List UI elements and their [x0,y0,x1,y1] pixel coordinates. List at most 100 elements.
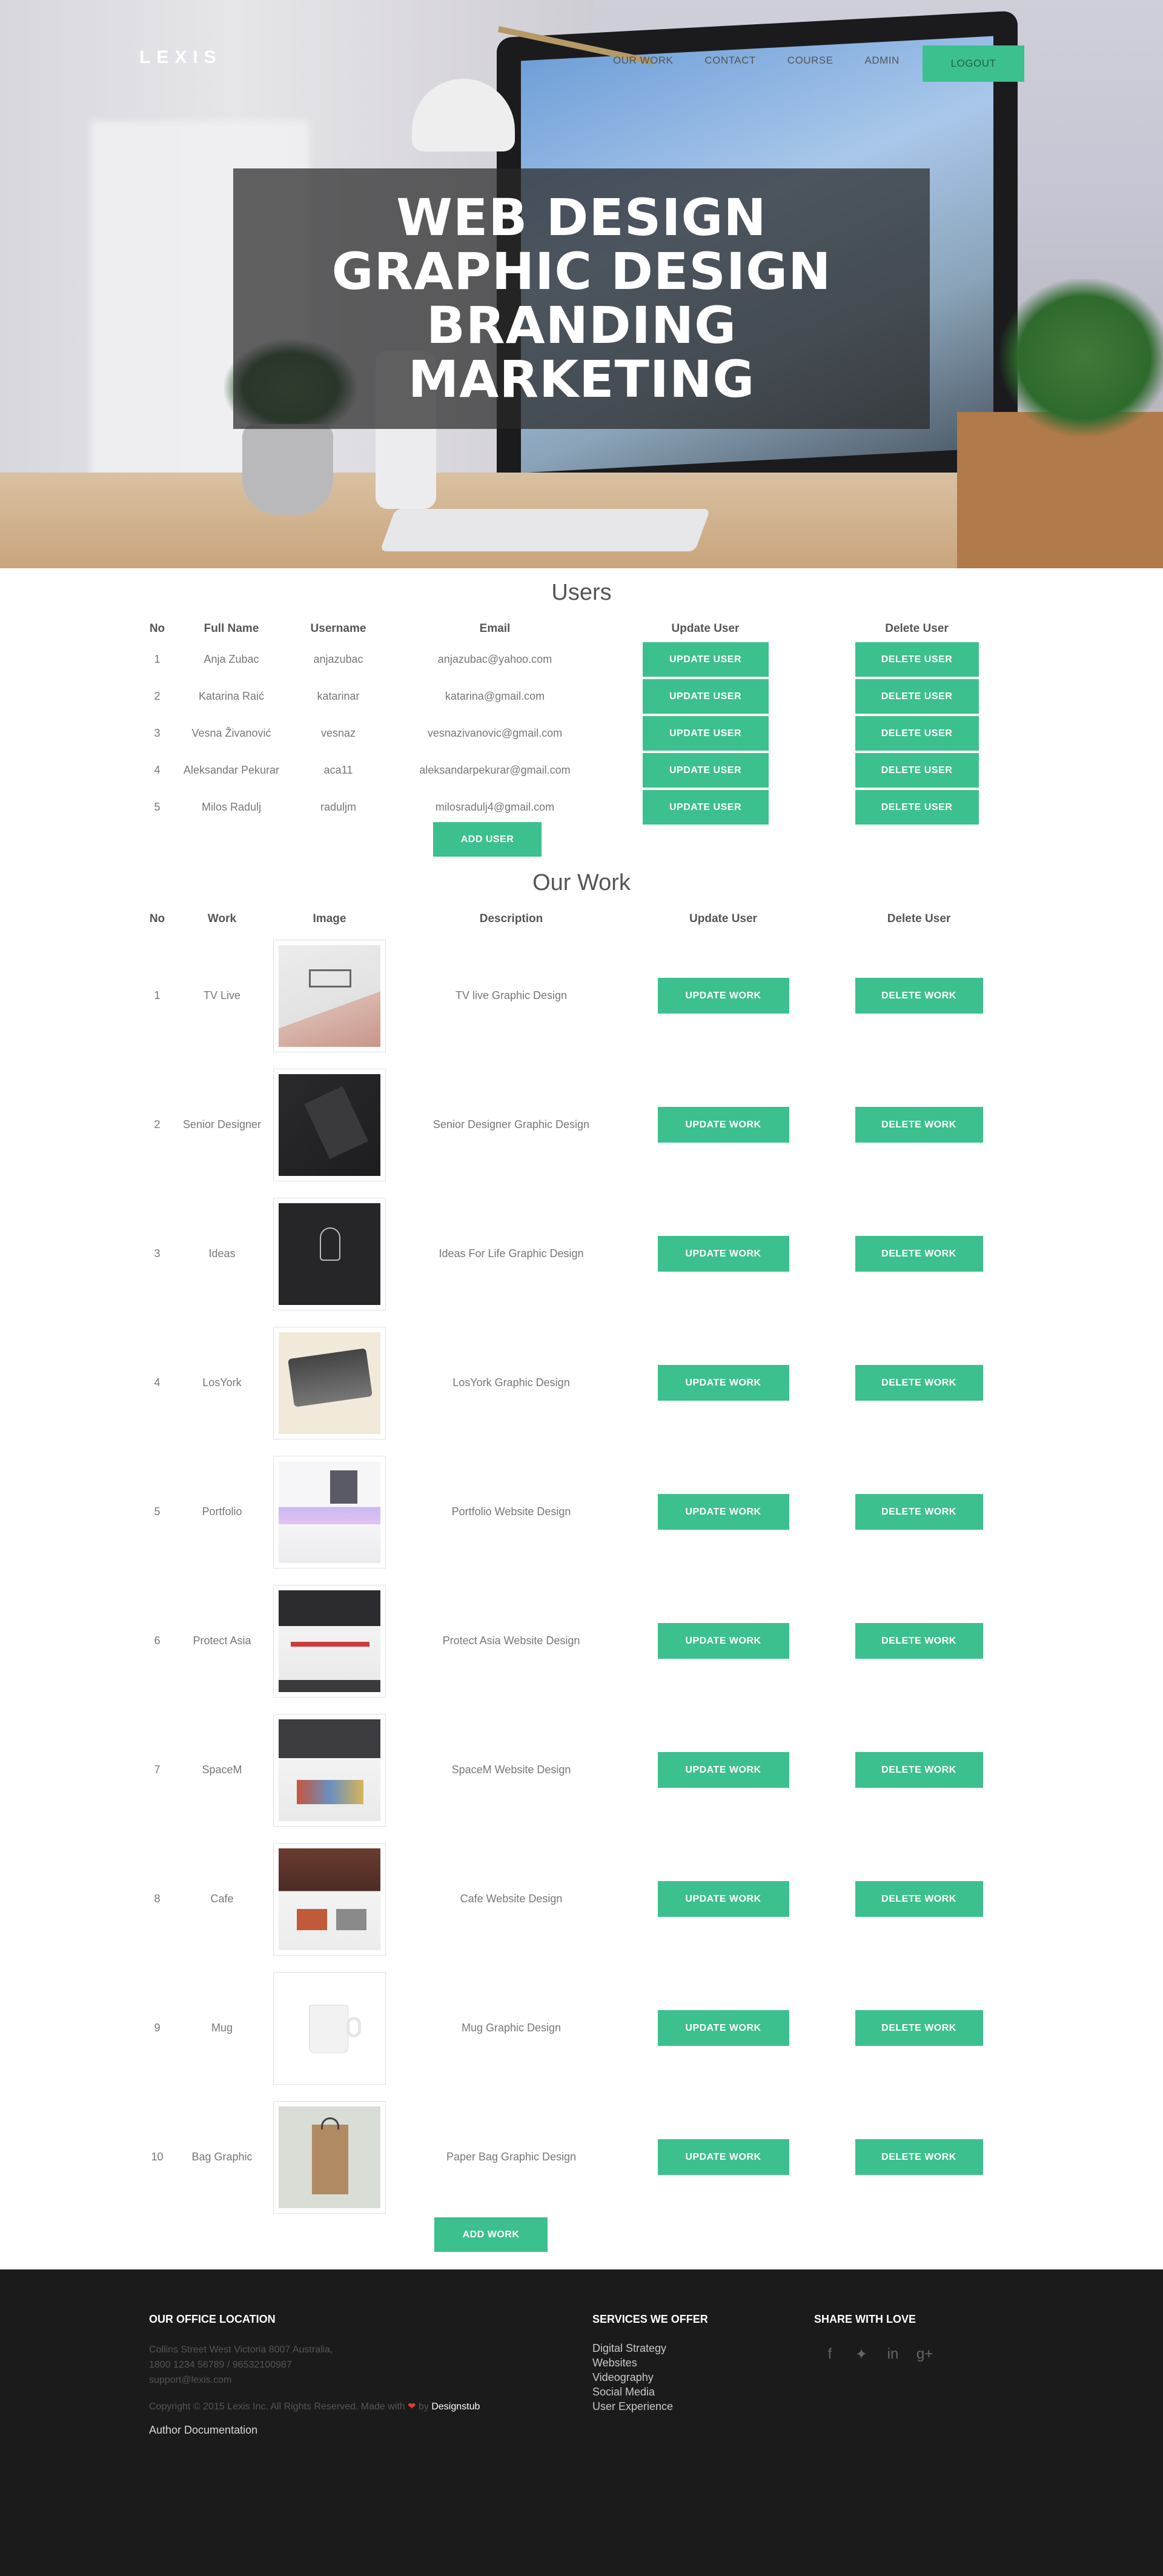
table-row: 3 Ideas Ideas For Life Graphic Design UP… [139,1189,1024,1318]
bag-graphic-thumbnail [273,2100,386,2214]
delete-user-button[interactable]: DELETE USER [855,753,979,788]
work-no: 10 [151,2151,164,2163]
hero-overlay: WEB DESIGN GRAPHIC DESIGN BRANDING MARKE… [233,168,930,429]
update-user-button[interactable]: UPDATE USER [642,790,769,825]
google-plus-icon[interactable]: g+ [916,2346,933,2363]
user-username: katarinar [317,690,360,702]
copyright-text: Copyright © 2015 Lexis Inc. All Rights R… [149,2402,405,2412]
footer-services-title: SERVICES WE OFFER [592,2313,708,2325]
update-work-button[interactable]: UPDATE WORK [657,1107,789,1143]
hero-banner: LEXIS OUR WORK CONTACT COURSE ADMIN LOGO… [0,0,1163,568]
work-description: Protect Asia Website Design [442,1635,580,1647]
delete-user-button[interactable]: DELETE USER [855,790,979,825]
hero-plant-right [999,279,1163,436]
delete-work-button[interactable]: DELETE WORK [855,1752,983,1788]
service-item[interactable]: Digital Strategy [592,2341,673,2355]
work-description: SpaceM Website Design [451,1764,571,1776]
copyright-by: by [418,2402,429,2412]
user-email: milosradulj4@gmail.com [435,801,555,813]
spacem-thumbnail [273,1713,386,1827]
update-work-button[interactable]: UPDATE WORK [657,978,789,1014]
footer-services-list: Digital Strategy Websites Videography So… [592,2341,673,2414]
update-work-button[interactable]: UPDATE WORK [657,1236,789,1272]
work-no: 3 [154,1247,161,1260]
author-documentation-link[interactable]: Author Documentation [149,2423,257,2438]
update-user-button[interactable]: UPDATE USER [642,642,769,677]
table-row: 2 Katarina Raić katarinar katarina@gmail… [139,678,1024,715]
hero-line-branding: BRANDING [426,296,737,355]
table-row: 9 Mug Mug Graphic Design UPDATE WORK DEL… [139,1964,1024,2093]
nav-our-work[interactable]: OUR WORK [613,55,673,67]
users-table-header: No Full Name Username Email Update User … [139,617,1024,641]
update-user-button[interactable]: UPDATE USER [642,679,769,714]
twitter-icon[interactable]: ✦ [853,2346,869,2363]
hero-pot [242,424,333,515]
delete-user-button[interactable]: DELETE USER [855,716,979,751]
designstub-link[interactable]: Designstub [431,2402,480,2412]
col-no: No [149,912,165,925]
update-work-button[interactable]: UPDATE WORK [657,1752,789,1788]
service-item[interactable]: User Experience [592,2399,673,2414]
add-user-button[interactable]: ADD USER [433,822,542,857]
delete-work-button[interactable]: DELETE WORK [855,1494,983,1530]
delete-work-button[interactable]: DELETE WORK [855,1365,983,1401]
site-logo[interactable]: LEXIS [139,47,222,68]
user-username: raduljm [320,801,357,813]
delete-work-button[interactable]: DELETE WORK [855,1107,983,1143]
delete-work-button[interactable]: DELETE WORK [855,1236,983,1272]
delete-work-button[interactable]: DELETE WORK [855,2010,983,2046]
delete-user-button[interactable]: DELETE USER [855,679,979,714]
social-links: f ✦ in g+ [822,2346,933,2363]
nav-course[interactable]: COURSE [787,55,833,67]
col-no: No [149,622,165,635]
delete-work-button[interactable]: DELETE WORK [855,1623,983,1659]
user-username: vesnaz [320,727,356,739]
work-name: Cafe [210,1893,234,1905]
nav-admin[interactable]: ADMIN [865,55,900,67]
footer-email[interactable]: support@lexis.com [149,2372,231,2388]
footer-phones: 1800 1234 56789 / 96532100987 [149,2360,292,2370]
add-work-button[interactable]: ADD WORK [434,2217,548,2252]
work-description: Senior Designer Graphic Design [432,1118,590,1130]
update-work-button[interactable]: UPDATE WORK [657,1623,789,1659]
table-row: 1 TV Live TV live Graphic Design UPDATE … [139,931,1024,1060]
work-name: SpaceM [202,1764,242,1776]
col-description: Description [479,912,543,925]
update-work-button[interactable]: UPDATE WORK [657,1365,789,1401]
user-no: 5 [154,801,161,813]
user-full-name: Milos Radulj [201,801,262,813]
protect-asia-thumbnail [273,1584,386,1698]
update-user-button[interactable]: UPDATE USER [642,753,769,788]
table-row: 1 Anja Zubac anjazubac anjazubac@yahoo.c… [139,641,1024,678]
user-full-name: Aleksandar Pekurar [183,764,280,776]
update-work-button[interactable]: UPDATE WORK [657,2139,789,2175]
table-row: 4 Aleksandar Pekurar aca11 aleksandarpek… [139,752,1024,789]
col-update-user: Update User [671,622,740,635]
work-description: TV live Graphic Design [455,989,568,1001]
col-work: Work [207,912,237,925]
service-item[interactable]: Websites [592,2355,673,2370]
footer-office-title: OUR OFFICE LOCATION [149,2313,276,2325]
user-no: 4 [154,764,161,776]
service-item[interactable]: Videography [592,2370,673,2385]
user-full-name: Vesna Živanović [191,727,271,739]
linkedin-icon[interactable]: in [885,2346,901,2363]
logout-button[interactable]: LOGOUT [923,45,1024,82]
hero-line-graphic-design: GRAPHIC DESIGN [331,242,832,301]
update-user-button[interactable]: UPDATE USER [642,716,769,751]
work-description: Cafe Website Design [460,1893,563,1905]
update-work-button[interactable]: UPDATE WORK [657,1494,789,1530]
delete-work-button[interactable]: DELETE WORK [855,1881,983,1917]
work-table-header: No Work Image Description Update User De… [139,907,1024,931]
service-item[interactable]: Social Media [592,2385,673,2399]
delete-user-button[interactable]: DELETE USER [855,642,979,677]
delete-work-button[interactable]: DELETE WORK [855,978,983,1014]
update-work-button[interactable]: UPDATE WORK [657,1881,789,1917]
user-username: anjazubac [313,653,363,665]
footer-address: Collins Street West Victoria 8007 Austra… [149,2345,333,2355]
delete-work-button[interactable]: DELETE WORK [855,2139,983,2175]
nav-contact[interactable]: CONTACT [704,55,755,67]
facebook-icon[interactable]: f [822,2346,838,2363]
work-description: Mug Graphic Design [461,2022,562,2034]
update-work-button[interactable]: UPDATE WORK [657,2010,789,2046]
